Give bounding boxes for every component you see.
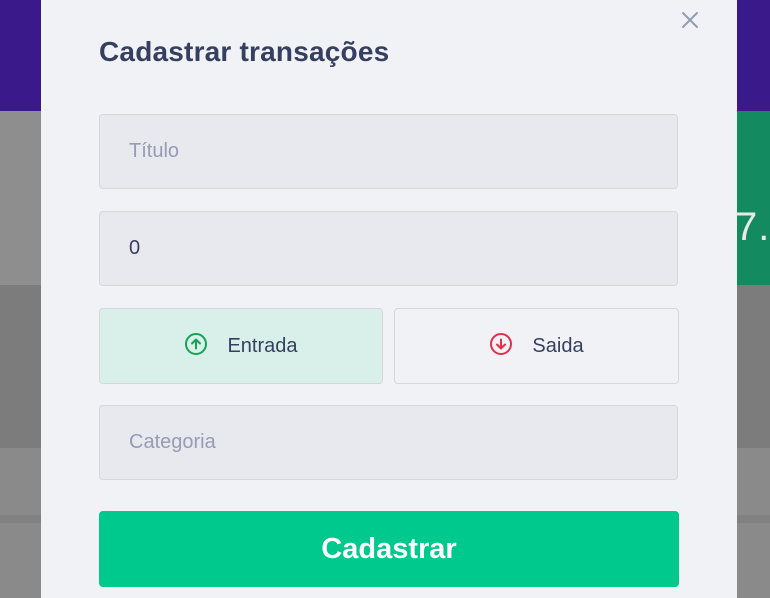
- income-type-label: Entrada: [227, 334, 298, 357]
- background-total-card: 7.1: [737, 111, 770, 285]
- income-type-button[interactable]: Entrada: [99, 308, 383, 384]
- modal-title: Cadastrar transações: [99, 36, 390, 67]
- title-input[interactable]: [99, 114, 678, 189]
- outcome-type-button[interactable]: Saida: [394, 308, 679, 384]
- arrow-down-circle-icon: [489, 332, 513, 361]
- category-input[interactable]: [99, 405, 678, 480]
- background-total-value: 7.1: [737, 205, 770, 249]
- new-transaction-modal: Cadastrar transações Entrada Saida Cadas…: [41, 0, 737, 598]
- arrow-up-circle-icon: [184, 332, 208, 361]
- background-summary-card: [0, 111, 41, 285]
- amount-input[interactable]: [99, 211, 678, 286]
- submit-button[interactable]: Cadastrar: [99, 511, 679, 587]
- outcome-type-label: Saida: [532, 334, 584, 357]
- close-icon[interactable]: [678, 8, 702, 32]
